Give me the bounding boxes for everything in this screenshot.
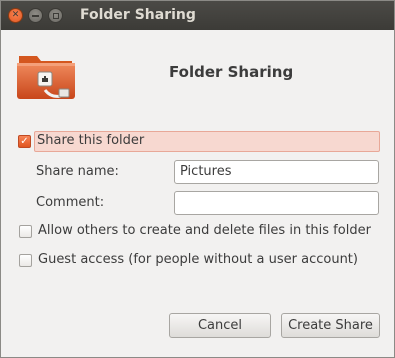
minimize-icon[interactable] — [28, 8, 43, 23]
window-title: Folder Sharing — [80, 7, 196, 23]
create-share-button[interactable]: Create Share — [281, 313, 380, 338]
dialog-heading: Folder Sharing — [169, 63, 294, 81]
comment-input[interactable] — [174, 191, 379, 215]
comment-label: Comment: — [36, 195, 105, 210]
share-folder-checkbox[interactable]: ✓ — [18, 135, 31, 148]
guest-access-checkbox[interactable] — [19, 254, 32, 267]
allow-others-label[interactable]: Allow others to create and delete files … — [38, 223, 371, 238]
guest-access-label[interactable]: Guest access (for people without a user … — [38, 252, 358, 267]
checkmark-icon: ✓ — [20, 135, 29, 147]
shared-folder-icon — [17, 56, 75, 99]
title-bar[interactable]: ✕ Folder Sharing — [1, 1, 394, 30]
cancel-button[interactable]: Cancel — [169, 313, 271, 338]
close-icon[interactable]: ✕ — [8, 8, 23, 23]
share-folder-row[interactable]: ✓ Share this folder — [15, 131, 381, 153]
allow-others-checkbox[interactable] — [19, 225, 32, 238]
share-name-label: Share name: — [36, 164, 119, 179]
folder-sharing-dialog: ✕ Folder Sharing Folder Sharing ✓ Share … — [0, 0, 395, 358]
share-name-input[interactable]: Pictures — [174, 160, 379, 184]
maximize-icon[interactable] — [48, 8, 63, 23]
share-folder-label: Share this folder — [37, 133, 145, 148]
